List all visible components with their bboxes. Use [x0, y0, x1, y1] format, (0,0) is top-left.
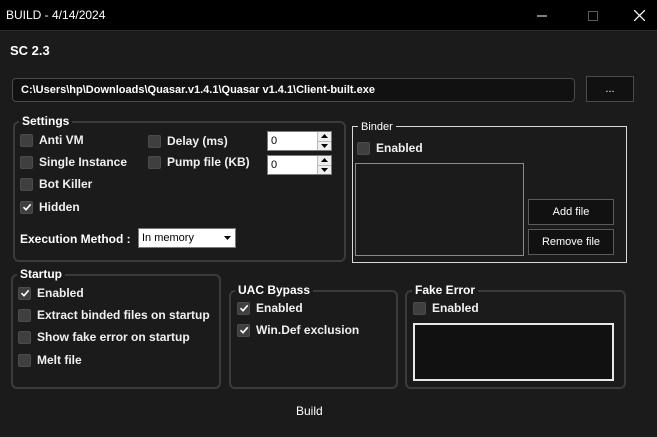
pump-file-checkbox[interactable]: Pump file (KB)	[148, 155, 250, 169]
binder-file-list[interactable]	[355, 163, 524, 256]
bot-killer-label: Bot Killer	[39, 177, 93, 191]
uac-enabled-checkbox[interactable]: Enabled	[237, 301, 303, 315]
minimize-icon	[537, 15, 547, 16]
chevron-down-icon	[321, 143, 328, 148]
bot-killer-checkbox[interactable]: Bot Killer	[20, 177, 92, 191]
show-fake-error-label: Show fake error on startup	[37, 330, 190, 344]
checkmark-icon	[20, 289, 29, 297]
checkbox-box	[20, 133, 33, 147]
app-version-label: SC 2.3	[10, 43, 50, 58]
maximize-button[interactable]	[570, 0, 616, 31]
checkbox-box	[237, 323, 250, 337]
checkbox-box	[237, 301, 250, 315]
startup-title: Startup	[17, 267, 65, 281]
stepper-up-button[interactable]	[318, 156, 331, 165]
remove-file-button[interactable]: Remove file	[528, 229, 614, 255]
pump-file-value: 0	[271, 159, 278, 171]
chevron-down-icon	[321, 167, 328, 172]
checkbox-box	[20, 200, 33, 214]
uac-enabled-label: Enabled	[256, 301, 303, 315]
window-title: BUILD - 4/14/2024	[6, 8, 106, 22]
delay-checkbox[interactable]: Delay (ms)	[148, 134, 228, 148]
checkbox-box	[18, 353, 31, 367]
anti-vm-checkbox[interactable]: Anti VM	[20, 133, 84, 147]
checkbox-box	[413, 301, 426, 315]
checkbox-box	[148, 134, 161, 148]
show-fake-error-checkbox[interactable]: Show fake error on startup	[18, 330, 190, 344]
checkmark-icon	[239, 326, 248, 334]
pump-file-label: Pump file (KB)	[167, 155, 250, 169]
checkmark-icon	[22, 203, 31, 211]
checkbox-box	[20, 155, 33, 169]
checkbox-box	[18, 330, 31, 344]
output-path-field[interactable]: C:\Users\hp\Downloads\Quasar.v1.4.1\Quas…	[12, 78, 575, 102]
stepper-down-button[interactable]	[318, 140, 331, 150]
hidden-checkbox[interactable]: Hidden	[20, 200, 80, 214]
fake-error-message-input[interactable]	[413, 323, 614, 381]
execution-method-select[interactable]: In memory	[138, 228, 236, 248]
windef-exclusion-label: Win.Def exclusion	[256, 323, 360, 337]
browse-button[interactable]: ...	[586, 76, 634, 102]
fake-error-enabled-checkbox[interactable]: Enabled	[413, 301, 479, 315]
minimize-button[interactable]	[519, 0, 565, 31]
fake-error-enabled-label: Enabled	[432, 301, 479, 315]
checkbox-box	[20, 177, 33, 191]
hidden-label: Hidden	[39, 200, 80, 214]
anti-vm-label: Anti VM	[39, 133, 84, 147]
close-button[interactable]	[616, 0, 657, 31]
maximize-icon	[588, 10, 598, 21]
checkbox-box	[18, 286, 31, 300]
single-instance-checkbox[interactable]: Single Instance	[20, 155, 127, 169]
melt-file-checkbox[interactable]: Melt file	[18, 353, 82, 367]
chevron-up-icon	[321, 158, 328, 163]
uac-bypass-title: UAC Bypass	[235, 283, 314, 297]
single-instance-label: Single Instance	[39, 155, 128, 169]
checkbox-box	[148, 155, 161, 169]
add-file-button[interactable]: Add file	[528, 199, 614, 225]
execution-method-label: Execution Method :	[20, 232, 131, 246]
build-button[interactable]: Build	[296, 404, 323, 418]
chevron-down-icon	[223, 236, 231, 240]
stepper-up-button[interactable]	[318, 132, 331, 141]
fake-error-title: Fake Error	[412, 283, 479, 297]
pump-file-stepper[interactable]: 0	[267, 155, 332, 175]
close-icon	[633, 10, 645, 21]
chevron-up-icon	[321, 134, 328, 139]
settings-title: Settings	[19, 114, 73, 128]
delay-label: Delay (ms)	[167, 134, 228, 148]
binder-title: Binder	[358, 121, 396, 133]
windef-exclusion-checkbox[interactable]: Win.Def exclusion	[237, 323, 359, 337]
binder-enabled-label: Enabled	[376, 141, 423, 155]
checkmark-icon	[239, 304, 248, 312]
extract-binded-checkbox[interactable]: Extract binded files on startup	[18, 308, 210, 322]
execution-method-value: In memory	[142, 232, 194, 244]
melt-file-label: Melt file	[37, 353, 82, 367]
extract-binded-label: Extract binded files on startup	[37, 308, 210, 322]
stepper-down-button[interactable]	[318, 164, 331, 174]
delay-stepper[interactable]: 0	[267, 131, 332, 151]
startup-enabled-label: Enabled	[37, 286, 84, 300]
checkbox-box	[357, 141, 370, 155]
binder-enabled-checkbox[interactable]: Enabled	[357, 141, 423, 155]
startup-enabled-checkbox[interactable]: Enabled	[18, 286, 84, 300]
delay-value: 0	[271, 135, 278, 147]
checkbox-box	[18, 308, 31, 322]
